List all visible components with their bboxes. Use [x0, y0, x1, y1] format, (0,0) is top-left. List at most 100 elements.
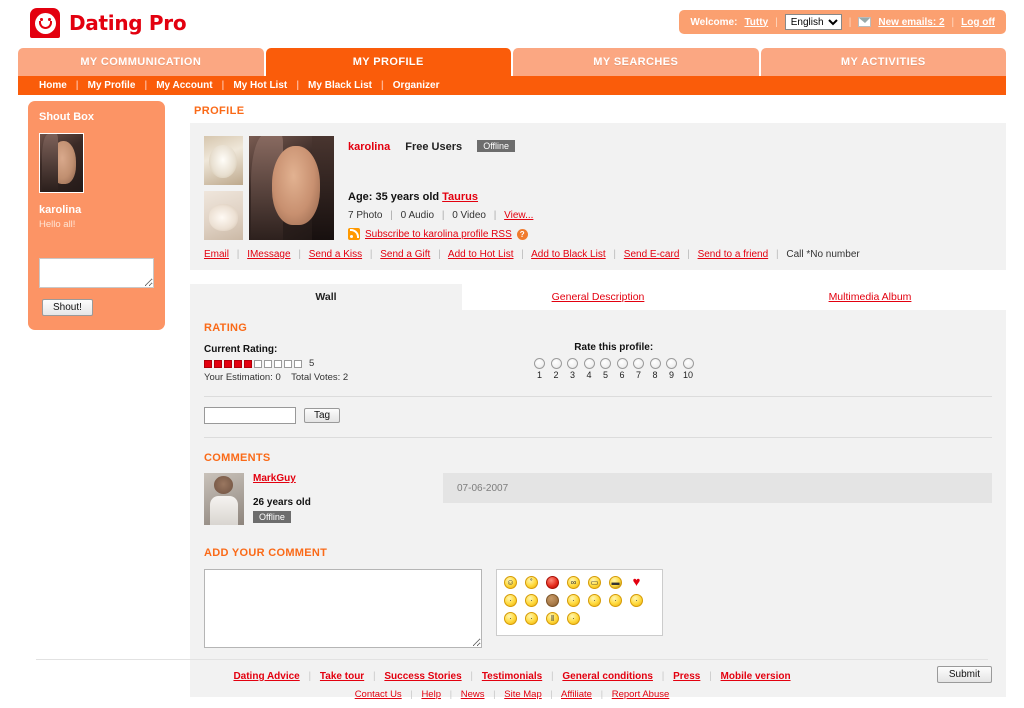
- rate-option-10[interactable]: 10: [682, 358, 694, 380]
- action-send-a-gift[interactable]: Send a Gift: [380, 249, 430, 260]
- rate-option-label: 1: [536, 370, 542, 380]
- happy-icon[interactable]: ·: [504, 594, 517, 607]
- comment-author-link[interactable]: MarkGuy: [253, 473, 296, 484]
- rate-option-label: 4: [586, 370, 592, 380]
- shush-icon[interactable]: ‖: [546, 612, 559, 625]
- kiss-icon[interactable]: ·: [525, 594, 538, 607]
- heart-icon[interactable]: ♥: [630, 575, 643, 589]
- neutral-icon[interactable]: ·: [567, 594, 580, 607]
- subnav-item-my-profile[interactable]: My Profile: [79, 80, 145, 91]
- wink-icon[interactable]: ·: [609, 594, 622, 607]
- radio-icon[interactable]: [583, 358, 595, 369]
- tab-wall[interactable]: Wall: [190, 284, 462, 310]
- rate-option-9[interactable]: 9: [666, 358, 677, 380]
- radio-icon[interactable]: [567, 358, 578, 369]
- language-select[interactable]: English: [784, 14, 842, 30]
- tab-my-communication[interactable]: MY COMMUNICATION: [18, 48, 264, 76]
- footer-link-help[interactable]: Help: [421, 689, 441, 700]
- blush-icon[interactable]: ·: [525, 612, 538, 625]
- footer-primary-links: Dating Advice | Take tour | Success Stor…: [0, 671, 1024, 682]
- footer-link-affiliate[interactable]: Affiliate: [561, 689, 592, 700]
- surprised-icon[interactable]: ·: [588, 594, 601, 607]
- rate-option-8[interactable]: 8: [649, 358, 661, 380]
- radio-icon[interactable]: [682, 358, 694, 369]
- rate-option-7[interactable]: 7: [633, 358, 644, 380]
- shout-input[interactable]: [39, 258, 154, 288]
- subnav-item-my-hot-list[interactable]: My Hot List: [224, 80, 296, 91]
- cat-thumb-2[interactable]: [204, 191, 243, 240]
- action-send-to-a-friend[interactable]: Send to a friend: [698, 249, 769, 260]
- view-media-link[interactable]: View...: [504, 210, 533, 221]
- question-icon[interactable]: ?: [516, 228, 528, 240]
- radio-icon[interactable]: [616, 358, 628, 369]
- tab-general-description[interactable]: General Description: [462, 284, 734, 310]
- radio-icon[interactable]: [600, 358, 611, 369]
- rss-subscribe-link[interactable]: Subscribe to karolina profile RSS: [365, 229, 512, 240]
- profile-name: karolina: [348, 141, 391, 153]
- tab-multimedia-album[interactable]: Multimedia Album: [734, 284, 1006, 310]
- footer-link-dating-advice[interactable]: Dating Advice: [233, 671, 299, 682]
- grin-icon[interactable]: ▭: [588, 576, 601, 589]
- radio-icon[interactable]: [633, 358, 644, 369]
- markguy-avatar[interactable]: [204, 473, 244, 525]
- subnav-item-my-black-list[interactable]: My Black List: [299, 80, 381, 91]
- zodiac-link[interactable]: Taurus: [442, 191, 478, 203]
- tag-button[interactable]: Tag: [304, 408, 341, 423]
- rate-option-2[interactable]: 2: [550, 358, 562, 380]
- footer-link-testimonials[interactable]: Testimonials: [482, 671, 542, 682]
- nerd-icon[interactable]: ∞: [567, 576, 580, 589]
- footer-link-site-map[interactable]: Site Map: [504, 689, 542, 700]
- action-add-to-hot-list[interactable]: Add to Hot List: [448, 249, 514, 260]
- action-email[interactable]: Email: [204, 249, 229, 260]
- footer-link-news[interactable]: News: [461, 689, 485, 700]
- radio-icon[interactable]: [649, 358, 661, 369]
- tab-general-description-label[interactable]: General Description: [552, 291, 645, 303]
- shout-button[interactable]: Shout!: [42, 299, 93, 316]
- cat-thumb-1[interactable]: [204, 136, 243, 185]
- rate-option-4[interactable]: 4: [583, 358, 595, 380]
- rate-option-6[interactable]: 6: [616, 358, 628, 380]
- rate-option-3[interactable]: 3: [567, 358, 578, 380]
- logoff-link[interactable]: Log off: [961, 17, 995, 28]
- radio-icon[interactable]: [666, 358, 677, 369]
- action-imessage[interactable]: IMessage: [247, 249, 290, 260]
- karolina-main-photo[interactable]: [249, 136, 334, 240]
- tongue-icon[interactable]: ·: [504, 612, 517, 625]
- footer-link-mobile-version[interactable]: Mobile version: [721, 671, 791, 682]
- rate-option-1[interactable]: 1: [534, 358, 545, 380]
- action-send-e-card[interactable]: Send E-card: [624, 249, 680, 260]
- tab-multimedia-album-label[interactable]: Multimedia Album: [829, 291, 912, 303]
- subnav-item-home[interactable]: Home: [30, 80, 76, 91]
- footer-link-take-tour[interactable]: Take tour: [320, 671, 364, 682]
- rate-option-5[interactable]: 5: [600, 358, 611, 380]
- new-emails-link[interactable]: New emails: 2: [878, 17, 944, 28]
- footer-link-general-conditions[interactable]: General conditions: [562, 671, 653, 682]
- smirk-icon[interactable]: ·: [567, 612, 580, 625]
- footer-link-success-stories[interactable]: Success Stories: [384, 671, 461, 682]
- scared-icon[interactable]: ·: [630, 594, 643, 607]
- radio-icon[interactable]: [550, 358, 562, 369]
- footer-link-press[interactable]: Press: [673, 671, 700, 682]
- footer-link-report-abuse[interactable]: Report Abuse: [612, 689, 670, 700]
- comment-item: MarkGuy 26 years old Offline 07-06-2007: [204, 473, 992, 525]
- cool-icon[interactable]: ▬: [609, 576, 622, 589]
- subnav-item-my-account[interactable]: My Account: [147, 80, 221, 91]
- logo[interactable]: Dating Pro: [30, 8, 187, 38]
- username-link[interactable]: Tutty: [744, 17, 768, 28]
- monkey-icon[interactable]: [546, 594, 559, 607]
- action-add-to-black-list[interactable]: Add to Black List: [531, 249, 605, 260]
- tag-input[interactable]: [204, 407, 296, 424]
- devil-icon[interactable]: [546, 576, 559, 589]
- smile-icon[interactable]: ☺: [504, 576, 517, 589]
- karolina-avatar[interactable]: [39, 133, 84, 193]
- footer-link-contact-us[interactable]: Contact Us: [355, 689, 402, 700]
- radio-icon[interactable]: [534, 358, 545, 369]
- subnav-item-organizer[interactable]: Organizer: [384, 80, 449, 91]
- tab-my-profile[interactable]: MY PROFILE: [265, 48, 511, 76]
- tab-my-searches[interactable]: MY SEARCHES: [513, 48, 759, 76]
- comment-textarea[interactable]: [204, 569, 482, 648]
- tab-my-activities[interactable]: MY ACTIVITIES: [760, 48, 1006, 76]
- separator: |: [687, 249, 690, 260]
- action-send-a-kiss[interactable]: Send a Kiss: [309, 249, 362, 260]
- sweat-icon[interactable]: ˚: [525, 576, 538, 589]
